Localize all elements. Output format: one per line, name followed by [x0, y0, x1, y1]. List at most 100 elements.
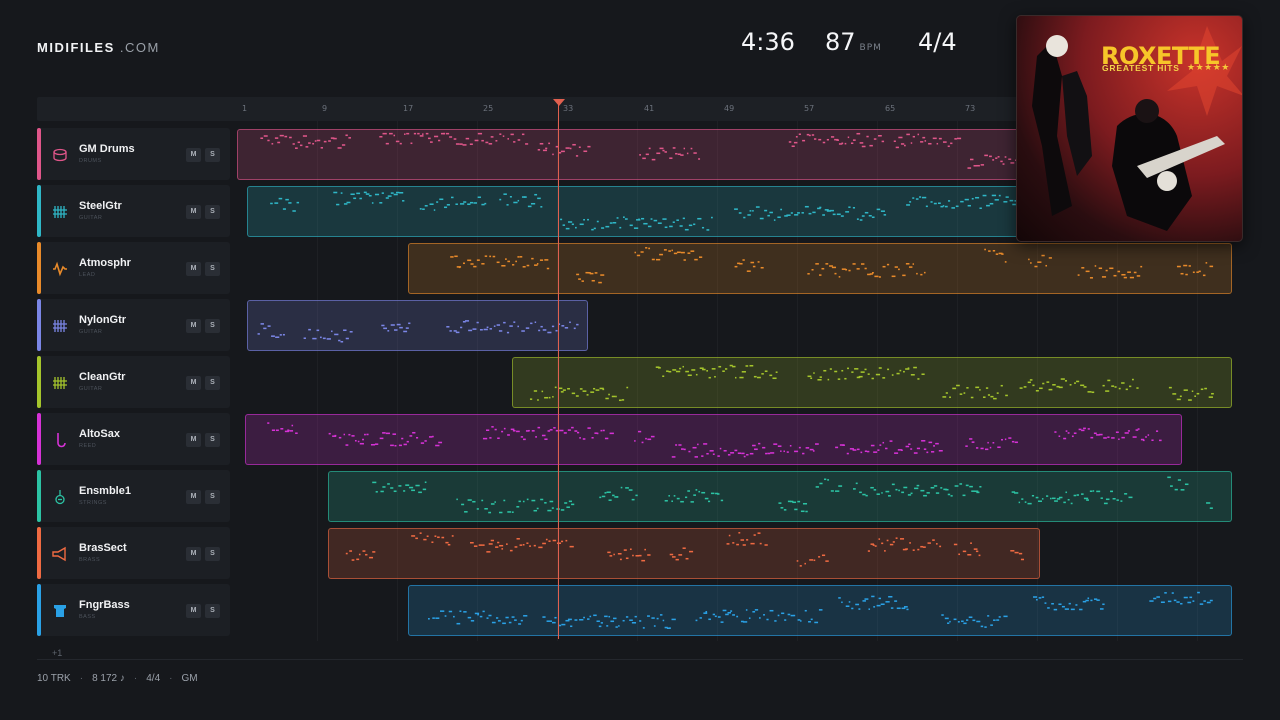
midi-note	[1198, 270, 1201, 273]
midi-note	[499, 133, 502, 135]
midi-note	[648, 247, 651, 250]
mute-button[interactable]: M	[186, 205, 201, 219]
midi-note	[812, 450, 815, 452]
midi-note	[902, 274, 906, 277]
midi-note	[467, 203, 471, 206]
track-category: STRINGS	[79, 500, 107, 506]
midi-note	[710, 492, 715, 495]
midi-note	[930, 201, 933, 203]
midi-note	[844, 377, 847, 380]
midi-note	[374, 443, 379, 445]
midi-note	[539, 142, 544, 145]
midi-note	[351, 559, 355, 561]
midi-note	[263, 135, 268, 137]
mute-button[interactable]: M	[186, 433, 201, 447]
midi-note	[693, 494, 696, 496]
midi-note	[422, 208, 425, 210]
midi-note	[734, 265, 738, 268]
midi-note	[481, 499, 484, 502]
track-header-gm-drums[interactable]: GM Drums DRUMS M S	[37, 128, 230, 180]
track-header-cleangtr[interactable]: CleanGtr GUITAR M S	[37, 356, 230, 408]
midi-clip-fngrbass[interactable]	[408, 585, 1232, 636]
midi-note	[417, 132, 420, 135]
midi-note	[467, 499, 472, 501]
playhead-handle[interactable]	[553, 99, 565, 106]
midi-note	[1155, 430, 1159, 432]
track-header-ensmble1[interactable]: Ensmble1 STRINGS M S	[37, 470, 230, 522]
mute-button[interactable]: M	[186, 604, 201, 618]
midi-note	[714, 375, 716, 378]
midi-note	[364, 433, 366, 436]
midi-note	[613, 553, 615, 556]
midi-note	[641, 441, 644, 444]
midi-note	[829, 265, 833, 267]
midi-note	[1004, 438, 1007, 441]
mute-button[interactable]: M	[186, 148, 201, 162]
midi-note	[485, 141, 489, 144]
midi-note	[393, 193, 398, 196]
midi-note	[1090, 599, 1093, 602]
mute-button[interactable]: M	[186, 262, 201, 276]
midi-note	[390, 192, 394, 194]
midi-note	[811, 134, 815, 136]
midi-clip-ensmble1[interactable]	[328, 471, 1232, 522]
midi-note	[909, 201, 912, 203]
midi-note	[1136, 387, 1139, 389]
midi-note	[409, 435, 413, 437]
midi-note	[693, 223, 696, 226]
solo-button[interactable]: S	[205, 262, 220, 276]
midi-note	[882, 265, 886, 268]
midi-note	[382, 486, 386, 488]
midi-note	[528, 429, 530, 432]
midi-note	[699, 617, 702, 619]
midi-note	[865, 494, 868, 497]
midi-note	[773, 443, 778, 445]
track-header-nylongtr[interactable]: NylonGtr GUITAR M S	[37, 299, 230, 351]
midi-clip-brassect[interactable]	[328, 528, 1040, 579]
midi-clip-altosax[interactable]	[245, 414, 1182, 465]
solo-button[interactable]: S	[205, 604, 220, 618]
mute-button[interactable]: M	[186, 490, 201, 504]
mute-button[interactable]: M	[186, 319, 201, 333]
playhead[interactable]	[558, 104, 559, 639]
midi-clip-atmosphr[interactable]	[408, 243, 1232, 294]
solo-button[interactable]: S	[205, 319, 220, 333]
solo-button[interactable]: S	[205, 205, 220, 219]
track-header-steelgtr[interactable]: SteelGtr GUITAR M S	[37, 185, 230, 237]
solo-button[interactable]: S	[205, 376, 220, 390]
more-tracks-indicator[interactable]: +1	[52, 648, 62, 658]
midi-note	[576, 273, 580, 276]
midi-note	[892, 541, 895, 543]
midi-clip-cleangtr[interactable]	[512, 357, 1232, 408]
midi-note	[366, 433, 369, 436]
midi-note	[438, 441, 443, 444]
midi-note	[579, 223, 584, 226]
solo-button[interactable]: S	[205, 433, 220, 447]
track-header-fngrbass[interactable]: FngrBass BASS M S	[37, 584, 230, 636]
track-header-altosax[interactable]: AltoSax REED M S	[37, 413, 230, 465]
midi-note	[694, 456, 698, 458]
solo-button[interactable]: S	[205, 547, 220, 561]
mute-button[interactable]: M	[186, 376, 201, 390]
midi-note	[921, 196, 927, 199]
midi-note	[966, 387, 969, 389]
midi-clip-nylongtr[interactable]	[247, 300, 588, 351]
midi-note	[881, 542, 884, 545]
midi-note	[852, 207, 856, 209]
track-header-atmosphr[interactable]: Atmosphr LEAD M S	[37, 242, 230, 294]
midi-note	[1199, 603, 1204, 605]
solo-button[interactable]: S	[205, 148, 220, 162]
midi-note	[625, 557, 629, 560]
mute-button[interactable]: M	[186, 547, 201, 561]
track-header-brassect[interactable]: BrasSect BRASS M S	[37, 527, 230, 579]
midi-note	[679, 225, 683, 227]
track-color-stripe	[37, 527, 41, 579]
midi-note	[944, 617, 949, 620]
solo-button[interactable]: S	[205, 490, 220, 504]
midi-note	[537, 149, 541, 151]
midi-note	[917, 548, 920, 551]
midi-note	[1090, 436, 1094, 439]
midi-note	[711, 368, 716, 370]
bass-icon	[52, 603, 68, 619]
midi-note	[848, 206, 851, 208]
